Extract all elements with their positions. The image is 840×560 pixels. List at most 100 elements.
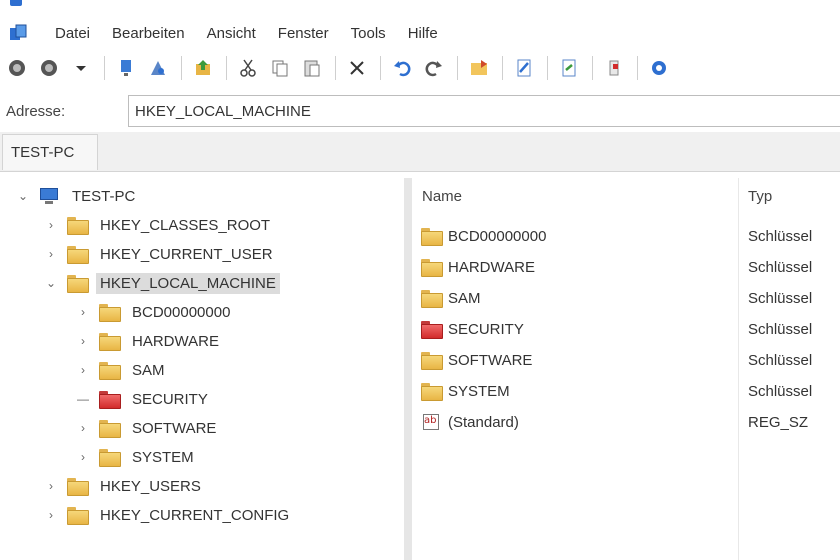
history-dropdown-button[interactable] xyxy=(66,53,96,83)
forward-button[interactable] xyxy=(34,53,64,83)
tree-item-hardware[interactable]: › HARDWARE xyxy=(76,327,223,355)
chevron-right-icon[interactable]: › xyxy=(76,305,90,319)
delete-button[interactable] xyxy=(342,53,372,83)
folder-icon xyxy=(98,419,121,438)
tree-item-hkey-current-config[interactable]: › HKEY_CURRENT_CONFIG xyxy=(44,501,293,529)
list-item-type: Schlüssel xyxy=(748,227,813,245)
string-value-icon: ab xyxy=(420,413,442,431)
open-folder-icon xyxy=(66,274,89,293)
list-item-name: SOFTWARE xyxy=(448,351,533,369)
chevron-right-icon[interactable]: › xyxy=(44,508,58,522)
open-folder-icon xyxy=(471,60,487,75)
app-title-icon xyxy=(10,0,22,6)
menu-bearbeiten[interactable]: Bearbeiten xyxy=(101,25,196,42)
menu-ansicht[interactable]: Ansicht xyxy=(196,25,267,42)
toolbar-separator xyxy=(592,56,593,80)
back-button[interactable] xyxy=(2,53,32,83)
redo-button[interactable] xyxy=(419,53,449,83)
tree-item-hkey-current-user[interactable]: › HKEY_CURRENT_USER xyxy=(44,240,277,268)
address-input[interactable] xyxy=(128,95,840,127)
locked-folder-icon xyxy=(420,320,443,339)
list-item[interactable]: ab (Standard) REG_SZ xyxy=(420,408,840,436)
chevron-right-icon[interactable]: › xyxy=(76,363,90,377)
menu-hilfe[interactable]: Hilfe xyxy=(397,25,449,42)
undo-button[interactable] xyxy=(387,53,417,83)
cut-button[interactable] xyxy=(233,53,263,83)
tree-item-software[interactable]: › SOFTWARE xyxy=(76,414,220,442)
document-button[interactable] xyxy=(554,53,584,83)
menu-tools[interactable]: Tools xyxy=(340,25,397,42)
folder-icon xyxy=(420,289,443,308)
toolbar-separator xyxy=(335,56,336,80)
copy-icon xyxy=(272,60,288,77)
tree-item-security[interactable]: — SECURITY xyxy=(76,385,212,413)
pane-splitter[interactable] xyxy=(404,178,412,560)
list-item-type: Schlüssel xyxy=(748,351,813,369)
tree-item-label: SAM xyxy=(132,361,165,379)
list-item-name: HARDWARE xyxy=(448,258,535,276)
back-icon xyxy=(9,60,25,76)
tab-strip: TEST-PC xyxy=(0,132,840,172)
list-item[interactable]: SYSTEM Schlüssel xyxy=(420,377,840,405)
tree-item-hkey-users[interactable]: › HKEY_USERS xyxy=(44,472,205,500)
folder-icon xyxy=(420,258,443,277)
chevron-down-icon[interactable]: ⌄ xyxy=(16,189,30,203)
tree-item-label: HKEY_CURRENT_CONFIG xyxy=(100,506,290,524)
open-folder-button[interactable] xyxy=(464,53,494,83)
chevron-right-icon[interactable]: › xyxy=(44,218,58,232)
paste-button[interactable] xyxy=(297,53,327,83)
tree-item-label: SECURITY xyxy=(132,390,208,408)
copy-button[interactable] xyxy=(265,53,295,83)
tree-item-system[interactable]: › SYSTEM xyxy=(76,443,198,471)
list-item[interactable]: HARDWARE Schlüssel xyxy=(420,253,840,281)
toolbar-separator xyxy=(104,56,105,80)
menu-fenster[interactable]: Fenster xyxy=(267,25,340,42)
list-item[interactable]: BCD00000000 Schlüssel xyxy=(420,222,840,250)
refresh-button[interactable] xyxy=(599,53,629,83)
settings-button[interactable] xyxy=(644,53,674,83)
undo-icon xyxy=(394,61,411,77)
column-header-name[interactable]: Name xyxy=(422,188,462,205)
list-item-type: Schlüssel xyxy=(748,320,813,338)
cut-icon xyxy=(240,59,256,77)
list-item[interactable]: SECURITY Schlüssel xyxy=(420,315,840,343)
folder-icon xyxy=(420,351,443,370)
toolbar-separator xyxy=(547,56,548,80)
list-item-name: BCD00000000 xyxy=(448,227,547,245)
tree-item-label: SOFTWARE xyxy=(132,419,217,437)
refresh-icon xyxy=(609,60,619,76)
export-button[interactable] xyxy=(188,53,218,83)
list-item[interactable]: SAM Schlüssel xyxy=(420,284,840,312)
computer-button[interactable] xyxy=(111,53,141,83)
computer-icon xyxy=(38,187,60,205)
forward-icon xyxy=(41,60,57,76)
chevron-right-icon[interactable]: › xyxy=(76,334,90,348)
list-item[interactable]: SOFTWARE Schlüssel xyxy=(420,346,840,374)
folder-icon xyxy=(98,361,121,380)
menu-datei[interactable]: Datei xyxy=(44,25,101,42)
tree-item-bcd00000000[interactable]: › BCD00000000 xyxy=(76,298,234,326)
tree-item-root[interactable]: ⌄ TEST-PC xyxy=(16,182,139,210)
tree-item-label: SYSTEM xyxy=(132,448,194,466)
export-icon xyxy=(196,60,210,75)
tree-item-label: HKEY_CURRENT_USER xyxy=(100,245,273,263)
chevron-right-icon[interactable]: › xyxy=(44,247,58,261)
tree-item-sam[interactable]: › SAM xyxy=(76,356,169,384)
chevron-right-icon[interactable]: › xyxy=(76,450,90,464)
chevron-right-icon[interactable]: › xyxy=(76,421,90,435)
paste-icon xyxy=(304,60,320,77)
edit-button[interactable] xyxy=(509,53,539,83)
chevron-down-icon[interactable]: ⌄ xyxy=(44,276,58,290)
column-header-type[interactable]: Typ xyxy=(748,188,772,205)
connect-button[interactable] xyxy=(143,53,173,83)
dropdown-arrow-icon xyxy=(76,66,86,71)
tree-item-hkey-classes-root[interactable]: › HKEY_CLASSES_ROOT xyxy=(44,211,274,239)
folder-icon xyxy=(98,303,121,322)
tab-test-pc[interactable]: TEST-PC xyxy=(2,134,98,170)
app-icon[interactable] xyxy=(8,22,30,44)
tree-item-hkey-local-machine[interactable]: ⌄ HKEY_LOCAL_MACHINE xyxy=(44,269,280,297)
folder-icon xyxy=(98,332,121,351)
chevron-right-icon[interactable]: › xyxy=(44,479,58,493)
tree-item-label: BCD00000000 xyxy=(132,303,231,321)
folder-icon xyxy=(420,227,443,246)
